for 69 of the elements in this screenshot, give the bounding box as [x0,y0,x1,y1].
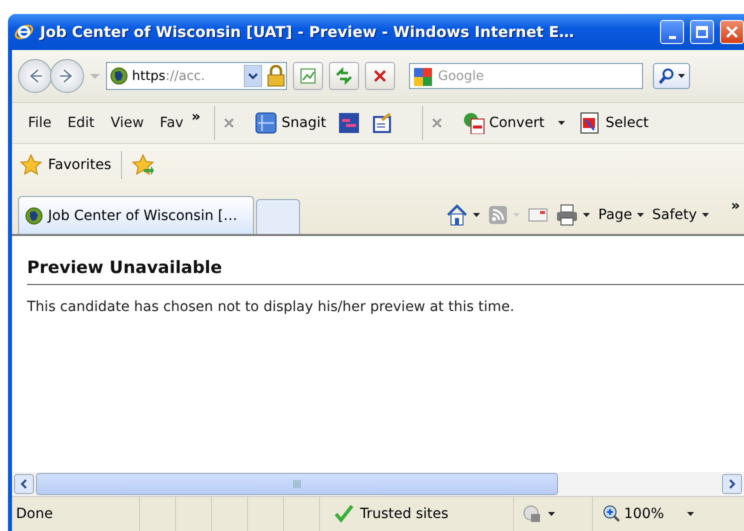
print-button[interactable] [556,204,590,226]
address-field[interactable]: https://acc. [106,62,287,90]
stop-button[interactable] [365,62,395,90]
menu-item[interactable]: Edit [59,113,103,133]
minimize-button[interactable] [660,20,684,44]
favorites-button[interactable]: Favorites [20,154,112,176]
convert-button[interactable]: Convert [457,110,550,136]
search-provider-icon [414,68,432,86]
maximize-button[interactable] [690,20,714,44]
grid-icon [255,112,278,134]
search-field[interactable]: Google [409,63,643,89]
grip-icon [293,480,301,488]
url-text: https://acc. [132,68,206,84]
snagit-button[interactable]: Snagit [249,110,332,136]
compatibility-button[interactable] [293,62,323,90]
safety-menu-button[interactable]: Safety [652,207,709,223]
message-text: This candidate has chosen not to display his/her preview at this time. [27,299,516,315]
minimize-icon [668,36,676,38]
site-globe-icon [25,206,43,224]
search-button[interactable] [653,63,690,89]
dropdown-caret-icon[interactable] [687,512,694,516]
forward-button[interactable] [50,59,84,93]
refresh-button[interactable] [329,62,359,90]
home-icon [446,204,468,226]
site-globe-icon [110,67,128,85]
dropdown-caret-icon[interactable] [678,74,685,78]
maximize-icon [695,25,709,39]
menu-item[interactable]: View [102,113,152,133]
security-zone: Trusted sites [320,504,513,524]
printer-icon [556,204,578,226]
window-title: Job Center of Wisconsin [UAT] - Preview - Windows Internet E… [40,23,576,41]
back-icon [26,67,44,85]
scroll-left-icon [19,479,29,489]
close-button[interactable] [720,20,744,44]
more-button[interactable]: » [730,198,740,214]
page-menu-button[interactable]: Page [598,207,644,223]
menu-item[interactable]: File [20,113,60,133]
dropdown-caret-icon[interactable] [583,213,590,217]
more-button[interactable]: » [191,109,200,125]
scroll-right-icon [727,479,737,489]
select-button[interactable]: Select [573,110,655,136]
dropdown-caret-icon[interactable] [558,121,566,125]
dropdown-caret-icon[interactable] [637,213,644,217]
zoom-button[interactable]: 100% [593,505,704,523]
checkmark-icon [334,504,354,524]
zoom-icon [603,505,621,523]
dropdown-caret-icon[interactable] [702,213,709,217]
back-button[interactable] [18,59,52,93]
star-icon[interactable] [20,154,42,176]
scrollbar-thumb[interactable] [36,473,558,495]
close-icon [725,25,739,39]
compatibility-icon [299,67,317,85]
dropdown-caret-icon[interactable] [244,65,262,87]
page-heading: Preview Unavailable [27,258,744,285]
rss-icon [488,205,508,225]
home-button[interactable] [446,204,480,226]
search-icon [658,68,674,84]
forward-icon [58,67,76,85]
status-text: Done [15,506,54,522]
scroll-right-button[interactable] [722,474,742,494]
dropdown-caret-icon[interactable] [548,512,555,516]
menu-item[interactable]: Fav [152,113,192,133]
browser-logo-icon [14,22,34,42]
add-favorite-icon[interactable] [132,154,154,176]
padlock-icon[interactable] [266,65,286,87]
dropdown-caret-icon[interactable] [473,213,480,217]
refresh-icon [335,67,353,85]
scroll-left-button[interactable] [14,474,34,494]
browser-tab[interactable]: Job Center of Wisconsin [… [18,196,254,234]
